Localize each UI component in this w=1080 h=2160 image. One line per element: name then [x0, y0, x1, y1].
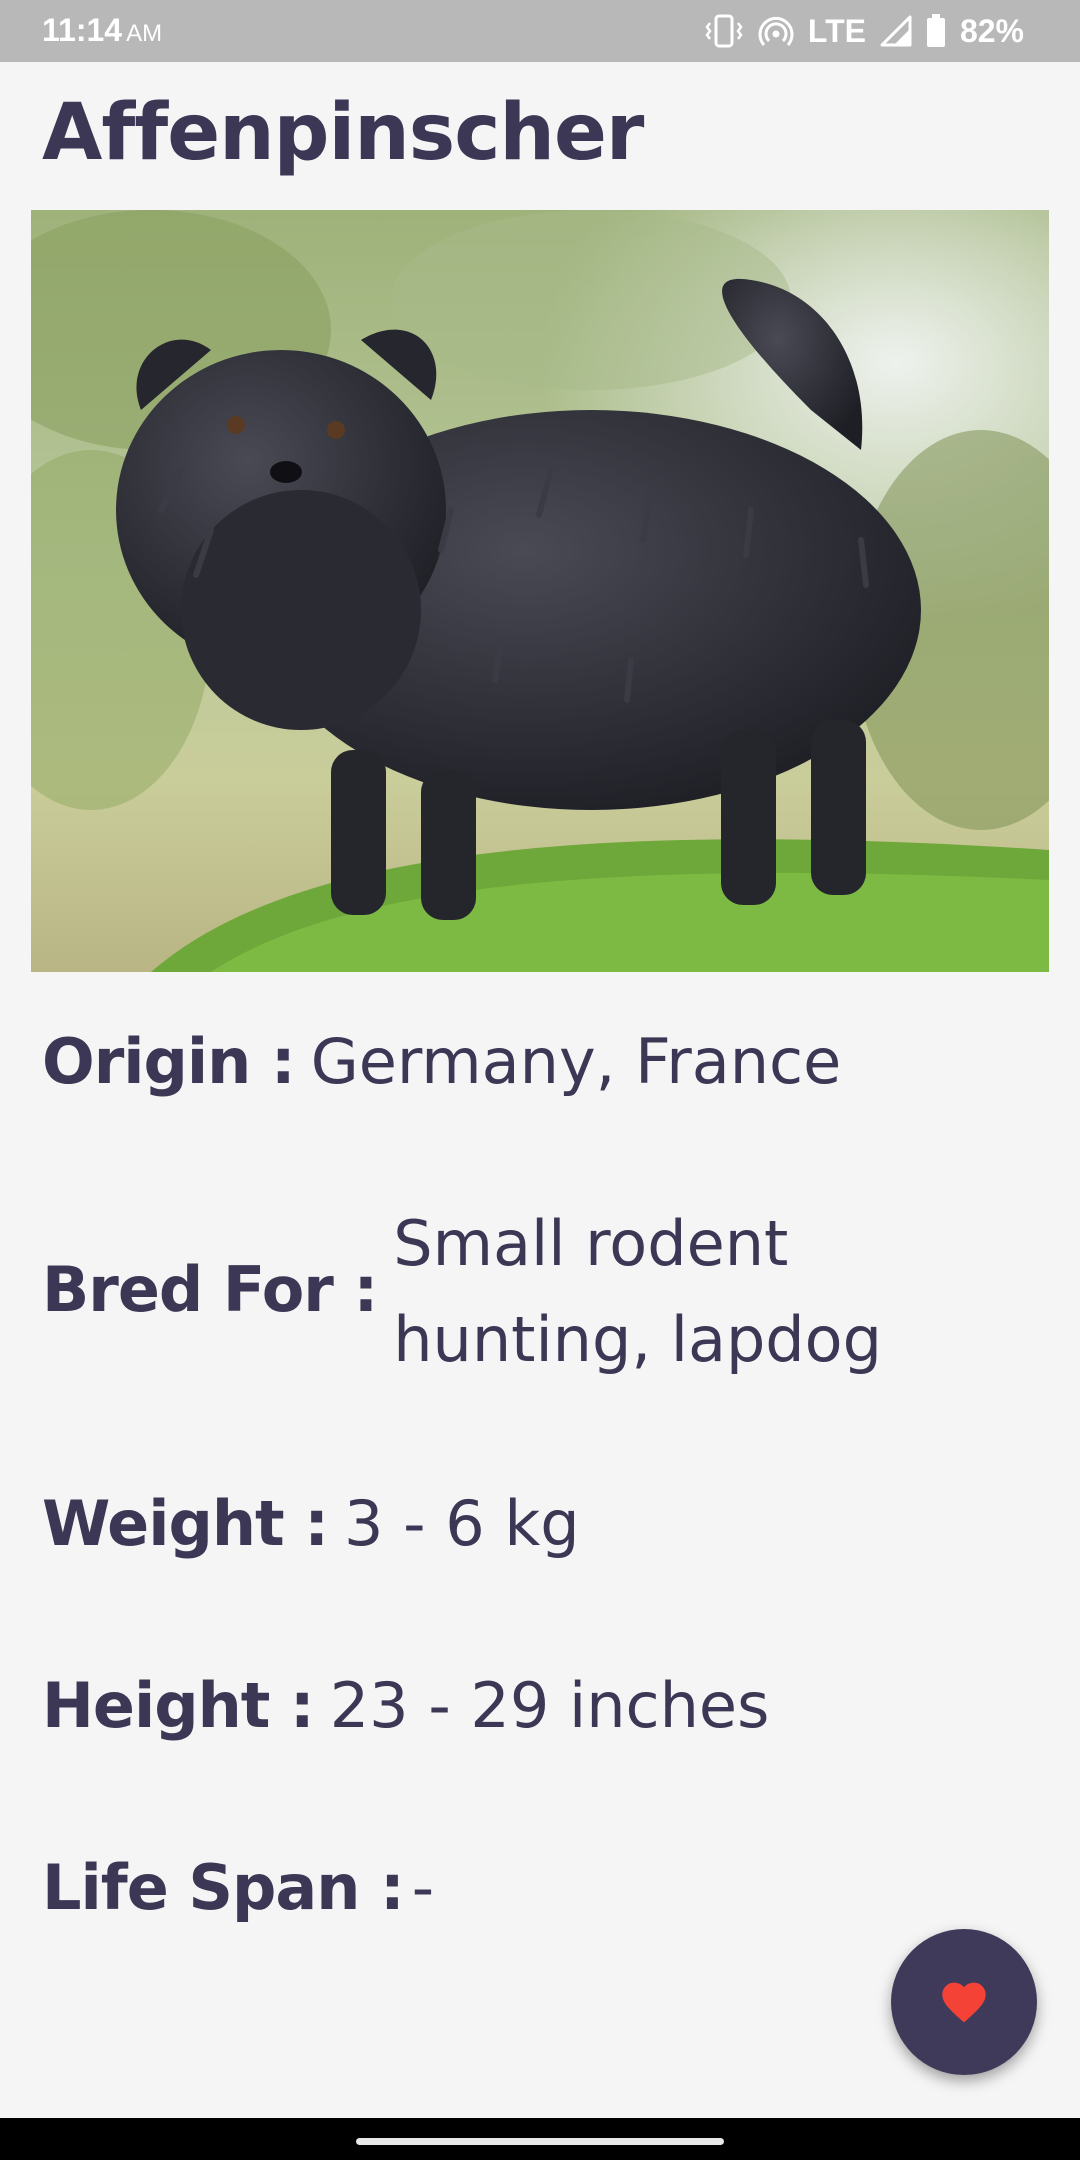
battery-icon	[926, 14, 946, 48]
status-bar: 11:14 AM LTE 82%	[0, 0, 1080, 62]
network-type: LTE	[807, 12, 866, 49]
bred-for-label: Bred For :	[42, 1253, 378, 1326]
life-span-label: Life Span :	[42, 1851, 405, 1924]
status-icons: LTE 82%	[704, 10, 1024, 52]
heart-icon	[938, 1976, 990, 2028]
life-span-value: -	[411, 1851, 435, 1924]
origin-value: Germany, France	[310, 1025, 842, 1098]
bred-for-value: Small rodent hunting, lapdog	[393, 1207, 882, 1376]
battery-percent: 82%	[959, 12, 1024, 49]
weight-value: 3 - 6 kg	[344, 1487, 580, 1560]
breed-photo	[31, 210, 1049, 972]
height-value: 23 - 29 inches	[329, 1669, 770, 1742]
status-time-value: 11:14	[42, 12, 123, 48]
hotspot-icon	[758, 14, 794, 48]
weight-label: Weight :	[42, 1487, 329, 1560]
home-gesture-handle[interactable]	[356, 2138, 724, 2145]
height-label: Height :	[42, 1669, 315, 1742]
detail-height: Height : 23 - 29 inches	[42, 1658, 769, 1754]
detail-bred-for: Bred For : Small rodent hunting, lapdog	[42, 1196, 1042, 1388]
vibrate-icon	[704, 14, 744, 48]
origin-label: Origin :	[42, 1025, 296, 1098]
signal-icon	[880, 15, 912, 47]
detail-origin: Origin : Germany, France	[42, 1014, 841, 1110]
detail-life-span: Life Span : -	[42, 1840, 434, 1936]
status-time-ampm: AM	[126, 20, 163, 47]
favorite-button[interactable]	[891, 1929, 1037, 2075]
detail-weight: Weight : 3 - 6 kg	[42, 1476, 580, 1572]
status-time: 11:14 AM	[42, 12, 162, 49]
page-title: Affenpinscher	[42, 88, 644, 178]
dog-photo-icon	[31, 210, 1049, 972]
